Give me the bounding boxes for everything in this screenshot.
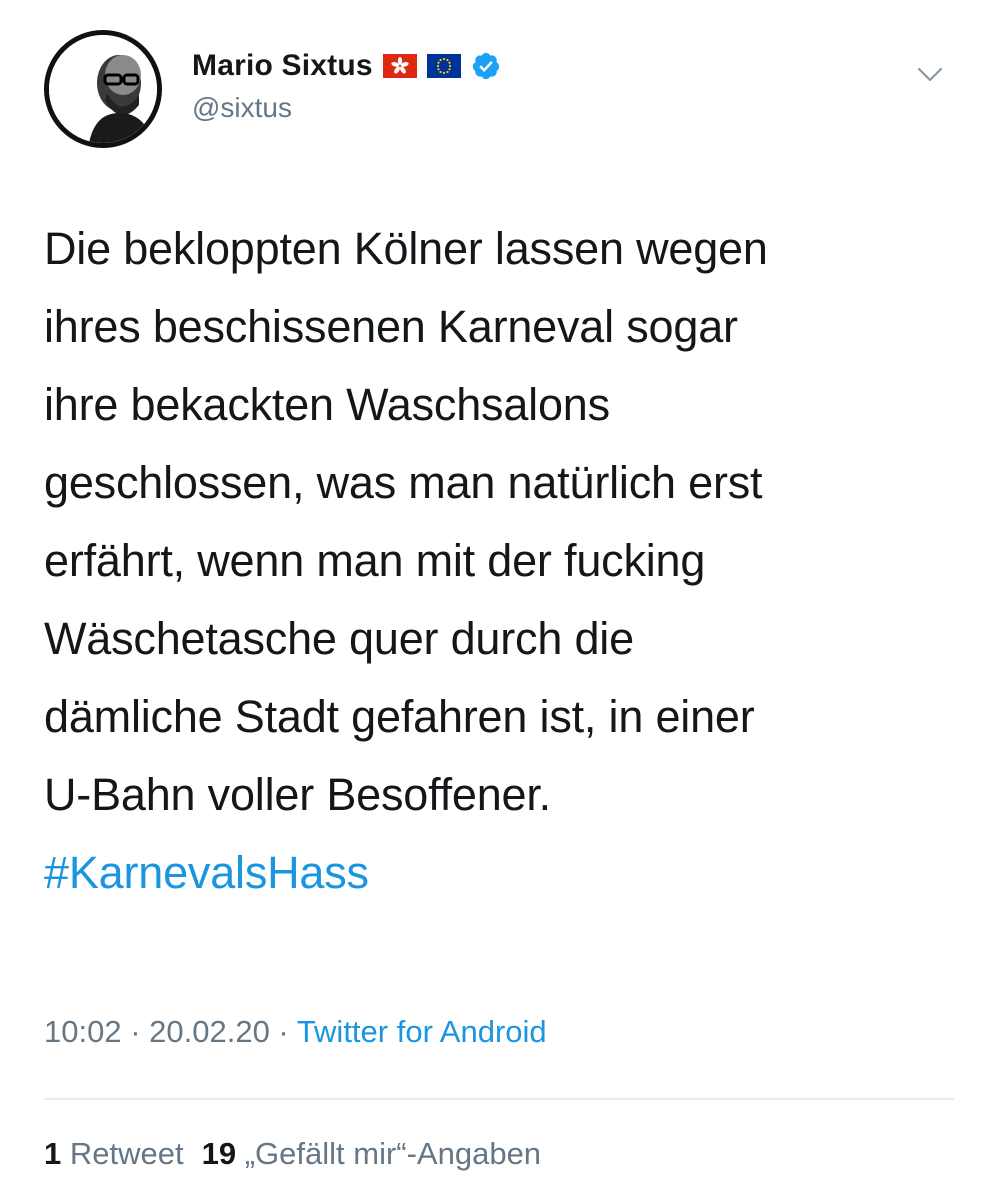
hashtag-link[interactable]: #KarnevalsHass <box>44 834 944 912</box>
retweets-stat[interactable]: 1 Retweet <box>44 1136 184 1171</box>
likes-stat[interactable]: 19 „Gefällt mir“-Angaben <box>202 1136 541 1171</box>
hong-kong-flag-icon <box>382 54 417 78</box>
like-label: „Gefällt mir“-Angaben <box>244 1136 542 1171</box>
tweet-text: Die bekloppten Kölner lassen wegen ihres… <box>44 210 944 912</box>
tweet-card: Mario Sixtus @sixtus Die bekloppten Köln… <box>0 0 985 1200</box>
retweet-label: Retweet <box>69 1136 184 1171</box>
chevron-down-icon[interactable] <box>914 58 946 90</box>
tweet-text-line: ihre bekackten Waschsalons <box>44 379 610 430</box>
avatar-photo <box>49 35 157 143</box>
meta-separator: · <box>269 1014 297 1049</box>
tweet-time: 10:02 <box>44 1014 122 1049</box>
tweet-text-line: erfährt, wenn man mit der fucking <box>44 535 706 586</box>
tweet-text-line: Die bekloppten Kölner lassen wegen <box>44 223 768 274</box>
tweet-text-line: ihres beschissenen Karneval sogar <box>44 301 738 352</box>
eu-flag-icon <box>426 54 461 78</box>
tweet-text-line: Wäschetasche quer durch die <box>44 613 634 664</box>
tweet-stats: 1 Retweet 19 „Gefällt mir“-Angaben <box>44 1136 541 1172</box>
tweet-source-link[interactable]: Twitter for Android <box>297 1014 547 1049</box>
tweet-date: 20.02.20 <box>149 1014 270 1049</box>
divider <box>44 1098 954 1100</box>
verified-badge-icon <box>471 51 501 81</box>
like-count: 19 <box>201 1136 237 1171</box>
meta-separator: · <box>121 1014 150 1049</box>
author-handle[interactable]: @sixtus <box>192 92 292 124</box>
tweet-meta: 10:02 · 20.02.20 · Twitter for Android <box>44 1014 547 1050</box>
author-row: Mario Sixtus <box>192 44 501 88</box>
avatar[interactable] <box>44 30 162 148</box>
display-name[interactable]: Mario Sixtus <box>192 49 373 83</box>
retweet-count: 1 <box>44 1136 62 1171</box>
tweet-text-line: geschlossen, was man natürlich erst <box>44 457 763 508</box>
tweet-text-line: U-Bahn voller Besoffener. <box>44 769 551 820</box>
tweet-text-line: dämliche Stadt gefahren ist, in einer <box>44 691 755 742</box>
